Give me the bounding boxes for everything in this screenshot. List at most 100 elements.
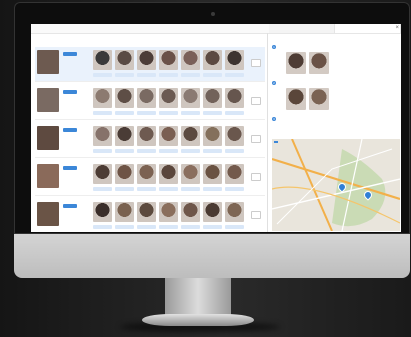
status-badge	[63, 166, 77, 170]
capture-face-thumbnail[interactable]	[93, 164, 112, 191]
match-face-thumbnail[interactable]	[286, 88, 306, 110]
capture-face-thumbnail[interactable]	[203, 202, 222, 229]
capture-face-thumbnail[interactable]	[159, 50, 178, 77]
face-tag	[181, 111, 200, 115]
capture-face-thumbnail[interactable]	[115, 164, 134, 191]
status-badge	[63, 128, 77, 132]
match-group-title[interactable]: 2	[272, 81, 398, 85]
match-group: 2	[272, 81, 398, 110]
person-photo	[37, 88, 59, 112]
face-tag	[225, 73, 244, 77]
face-tag	[159, 73, 178, 77]
capture-face-thumbnail[interactable]	[115, 126, 134, 153]
map-title	[274, 141, 278, 143]
tab-2[interactable]	[335, 24, 401, 33]
capture-face-thumbnail[interactable]	[225, 164, 244, 191]
row-action-button[interactable]	[251, 97, 261, 105]
tab-1[interactable]	[269, 24, 335, 33]
capture-face-thumbnail[interactable]	[225, 50, 244, 77]
face-tag	[93, 187, 112, 191]
capture-face-thumbnail[interactable]	[181, 126, 200, 153]
capture-face-thumbnail[interactable]	[137, 50, 156, 77]
capture-face-thumbnail[interactable]	[137, 164, 156, 191]
person-row[interactable]	[35, 123, 265, 158]
map-view[interactable]	[272, 139, 400, 231]
capture-face-thumbnail[interactable]	[203, 164, 222, 191]
match-face-thumbnail[interactable]	[309, 52, 329, 74]
person-info	[63, 50, 89, 58]
capture-face-thumbnail[interactable]	[137, 88, 156, 115]
close-icon[interactable]: ×	[395, 25, 399, 31]
match-faces	[286, 52, 398, 74]
face-tag	[203, 187, 222, 191]
capture-face-thumbnail[interactable]	[225, 202, 244, 229]
capture-face-thumbnail[interactable]	[115, 202, 134, 229]
capture-faces	[93, 88, 244, 115]
face-tag	[93, 73, 112, 77]
face-tag	[93, 225, 112, 229]
capture-faces	[93, 126, 244, 153]
match-faces	[286, 88, 398, 110]
face-tag	[159, 111, 178, 115]
status-badge	[63, 90, 77, 94]
capture-face-thumbnail[interactable]	[137, 202, 156, 229]
capture-face-thumbnail[interactable]	[225, 126, 244, 153]
row-action-button[interactable]	[251, 173, 261, 181]
face-tag	[137, 187, 156, 191]
face-tag	[159, 187, 178, 191]
face-tag	[115, 149, 134, 153]
person-info	[63, 164, 89, 172]
face-tag	[93, 111, 112, 115]
face-tag	[137, 73, 156, 77]
match-face-thumbnail[interactable]	[286, 52, 306, 74]
face-tag	[203, 73, 222, 77]
face-tag	[203, 149, 222, 153]
list-header	[35, 36, 263, 45]
capture-face-thumbnail[interactable]	[181, 202, 200, 229]
face-tag	[181, 73, 200, 77]
row-action-button[interactable]	[251, 59, 261, 67]
capture-face-thumbnail[interactable]	[159, 164, 178, 191]
person-row[interactable]	[35, 199, 265, 232]
capture-face-thumbnail[interactable]	[93, 88, 112, 115]
capture-face-thumbnail[interactable]	[225, 88, 244, 115]
capture-face-thumbnail[interactable]	[93, 202, 112, 229]
face-tag	[203, 225, 222, 229]
capture-faces	[93, 50, 244, 77]
capture-face-thumbnail[interactable]	[159, 88, 178, 115]
capture-face-thumbnail[interactable]	[181, 50, 200, 77]
match-face-thumbnail[interactable]	[309, 88, 329, 110]
person-photo	[37, 202, 59, 226]
match-group-title[interactable]: 1	[272, 45, 398, 49]
capture-face-thumbnail[interactable]	[203, 50, 222, 77]
row-action-button[interactable]	[251, 135, 261, 143]
face-tag	[181, 225, 200, 229]
capture-face-thumbnail[interactable]	[93, 50, 112, 77]
person-row[interactable]	[35, 47, 265, 82]
person-photo	[37, 126, 59, 150]
person-photo	[37, 164, 59, 188]
person-photo	[37, 50, 59, 74]
capture-face-thumbnail[interactable]	[115, 50, 134, 77]
person-info	[63, 88, 89, 96]
capture-faces	[93, 202, 244, 229]
person-row[interactable]	[35, 85, 265, 120]
row-action-button[interactable]	[251, 211, 261, 219]
capture-face-thumbnail[interactable]	[159, 126, 178, 153]
match-group-title[interactable]: 3	[272, 117, 398, 121]
person-row[interactable]	[35, 161, 265, 196]
capture-face-thumbnail[interactable]	[203, 88, 222, 115]
capture-face-thumbnail[interactable]	[159, 202, 178, 229]
capture-face-thumbnail[interactable]	[181, 88, 200, 115]
detail-panel: × 1 2 3	[269, 24, 401, 232]
capture-face-thumbnail[interactable]	[203, 126, 222, 153]
monitor-stand-foot	[142, 314, 254, 326]
screen-bezel: × 1 2 3	[14, 2, 410, 234]
group-index: 2	[272, 81, 276, 85]
capture-face-thumbnail[interactable]	[115, 88, 134, 115]
capture-face-thumbnail[interactable]	[137, 126, 156, 153]
capture-face-thumbnail[interactable]	[93, 126, 112, 153]
group-index: 3	[272, 117, 276, 121]
capture-face-thumbnail[interactable]	[181, 164, 200, 191]
monitor-chin	[14, 234, 410, 278]
